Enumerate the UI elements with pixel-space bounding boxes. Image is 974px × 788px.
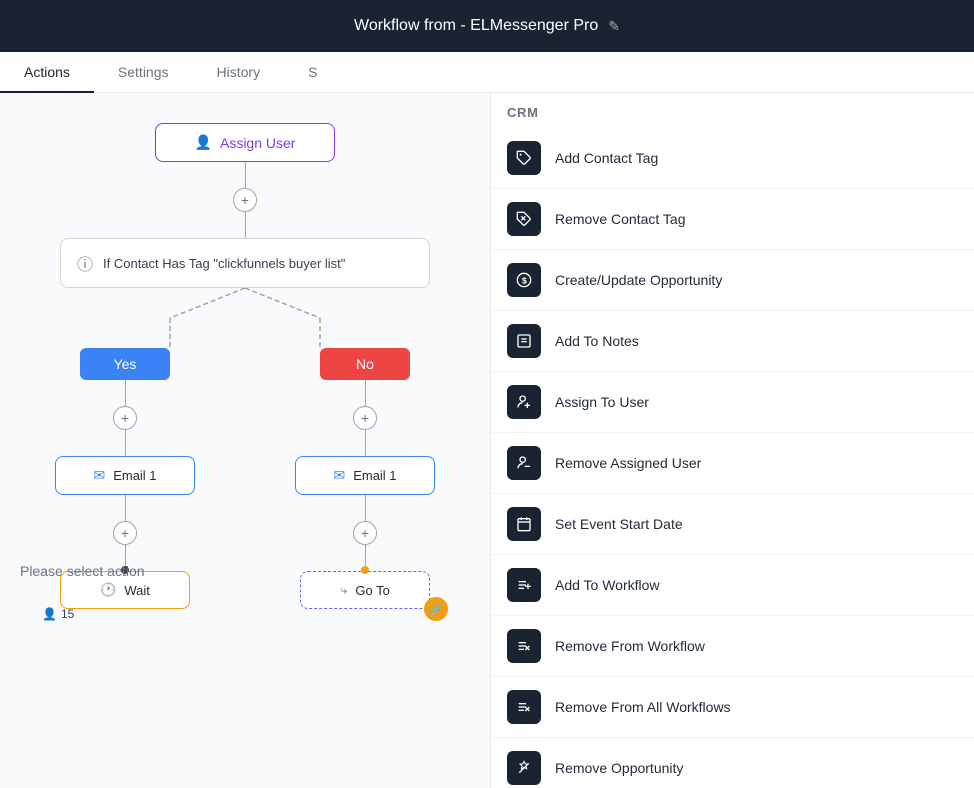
action-icon-set-event-start-date	[507, 507, 541, 541]
tab-s[interactable]: S	[284, 52, 341, 92]
main-content: 👤 Assign User + ⓘ If Contact Has Tag "cl…	[0, 93, 974, 788]
app-header: Workflow from - ELMessenger Pro ✎	[0, 0, 974, 52]
no-add-button[interactable]: +	[353, 406, 377, 430]
no-button[interactable]: No	[320, 348, 410, 380]
no-add-button-2[interactable]: +	[353, 521, 377, 545]
action-label-assign-to-user: Assign To User	[555, 394, 649, 410]
action-icon-add-to-notes	[507, 324, 541, 358]
action-icon-add-contact-tag	[507, 141, 541, 175]
action-item-remove-opportunity[interactable]: Remove Opportunity	[491, 738, 974, 788]
no-v-line-3	[365, 495, 366, 521]
action-list: Add Contact Tag Remove Contact Tag $ Cre…	[491, 128, 974, 788]
tab-settings[interactable]: Settings	[94, 52, 193, 92]
action-icon-create-update-opportunity: $	[507, 263, 541, 297]
link-badge: 🔗	[424, 597, 448, 621]
action-item-assign-to-user[interactable]: Assign To User	[491, 372, 974, 433]
right-panel: CRM Add Contact Tag Remove Contact Tag $…	[490, 93, 974, 788]
action-icon-remove-contact-tag	[507, 202, 541, 236]
v-line-1	[245, 162, 246, 188]
no-connector: +	[353, 380, 377, 456]
action-item-create-update-opportunity[interactable]: $ Create/Update Opportunity	[491, 250, 974, 311]
no-v-line-2	[365, 430, 366, 456]
yes-button[interactable]: Yes	[80, 348, 170, 380]
svg-text:$: $	[522, 275, 527, 285]
yes-email-icon: ✉	[93, 467, 105, 484]
yes-email-label: Email 1	[113, 468, 156, 483]
yes-v-line-1	[125, 380, 126, 406]
action-icon-assign-to-user	[507, 385, 541, 419]
help-icon: ⓘ	[77, 251, 93, 275]
action-label-remove-assigned-user: Remove Assigned User	[555, 455, 701, 471]
please-select-action: Please select action	[20, 563, 145, 579]
action-label-remove-from-all-workflows: Remove From All Workflows	[555, 699, 731, 715]
no-email-label: Email 1	[353, 468, 396, 483]
action-item-remove-assigned-user[interactable]: Remove Assigned User	[491, 433, 974, 494]
goto-node[interactable]: ⤷ Go To	[300, 571, 430, 609]
no-connector-2: +	[353, 495, 377, 571]
goto-label: Go To	[355, 583, 389, 598]
action-label-remove-contact-tag: Remove Contact Tag	[555, 211, 685, 227]
action-label-add-to-notes: Add To Notes	[555, 333, 639, 349]
tabs-bar: Actions Settings History S	[0, 52, 974, 93]
header-title: Workflow from - ELMessenger Pro	[354, 17, 598, 35]
edit-icon[interactable]: ✎	[608, 18, 620, 35]
branch-svg	[90, 288, 400, 348]
goto-icon: ⤷	[340, 582, 347, 598]
action-icon-remove-from-all-workflows	[507, 690, 541, 724]
action-item-add-to-workflow[interactable]: Add To Workflow	[491, 555, 974, 616]
add-button-1[interactable]: +	[233, 188, 257, 212]
yes-connector-2: +	[113, 495, 137, 571]
wait-label: Wait	[124, 583, 150, 598]
action-item-remove-from-workflow[interactable]: Remove From Workflow	[491, 616, 974, 677]
action-label-set-event-start-date: Set Event Start Date	[555, 516, 683, 532]
condition-node[interactable]: ⓘ If Contact Has Tag "clickfunnels buyer…	[60, 238, 430, 288]
no-email-icon: ✉	[333, 467, 345, 484]
action-item-add-contact-tag[interactable]: Add Contact Tag	[491, 128, 974, 189]
no-email-node[interactable]: ✉ Email 1	[295, 456, 435, 495]
action-item-remove-contact-tag[interactable]: Remove Contact Tag	[491, 189, 974, 250]
action-label-remove-from-workflow: Remove From Workflow	[555, 638, 705, 654]
action-label-create-update-opportunity: Create/Update Opportunity	[555, 272, 722, 288]
wait-icon: 🕐	[100, 582, 116, 598]
user-badge: 👤 15	[42, 607, 74, 621]
yes-add-button-2[interactable]: +	[113, 521, 137, 545]
condition-text: If Contact Has Tag "clickfunnels buyer l…	[103, 256, 345, 271]
connector-1: +	[233, 162, 257, 238]
action-item-set-event-start-date[interactable]: Set Event Start Date	[491, 494, 974, 555]
workflow-canvas: 👤 Assign User + ⓘ If Contact Has Tag "cl…	[0, 93, 490, 788]
assign-user-label: Assign User	[220, 135, 295, 151]
yes-v-line-3	[125, 495, 126, 521]
action-label-remove-opportunity: Remove Opportunity	[555, 760, 683, 776]
user-icon: 👤	[42, 607, 57, 621]
yes-email-node[interactable]: ✉ Email 1	[55, 456, 195, 495]
canvas-inner: 👤 Assign User + ⓘ If Contact Has Tag "cl…	[0, 113, 490, 609]
tab-history[interactable]: History	[193, 52, 285, 92]
panel-section-header: CRM	[491, 93, 974, 128]
tab-actions[interactable]: Actions	[0, 52, 94, 92]
action-icon-remove-from-workflow	[507, 629, 541, 663]
action-item-remove-from-all-workflows[interactable]: Remove From All Workflows	[491, 677, 974, 738]
action-item-add-to-notes[interactable]: Add To Notes	[491, 311, 974, 372]
goto-dot-top	[361, 566, 369, 574]
no-branch: No + ✉ Email 1 +	[295, 348, 435, 609]
action-icon-remove-opportunity	[507, 751, 541, 785]
action-icon-add-to-workflow	[507, 568, 541, 602]
assign-user-node[interactable]: 👤 Assign User	[155, 123, 335, 162]
user-count: 15	[61, 607, 74, 621]
yes-v-line-2	[125, 430, 126, 456]
goto-node-wrapper: ⤷ Go To 🔗	[300, 571, 430, 609]
v-line-2	[245, 212, 246, 238]
assign-user-icon: 👤	[195, 134, 212, 151]
no-v-line-1	[365, 380, 366, 406]
yes-connector: +	[113, 380, 137, 456]
yes-add-button[interactable]: +	[113, 406, 137, 430]
action-label-add-to-workflow: Add To Workflow	[555, 577, 660, 593]
action-label-add-contact-tag: Add Contact Tag	[555, 150, 658, 166]
action-icon-remove-assigned-user	[507, 446, 541, 480]
